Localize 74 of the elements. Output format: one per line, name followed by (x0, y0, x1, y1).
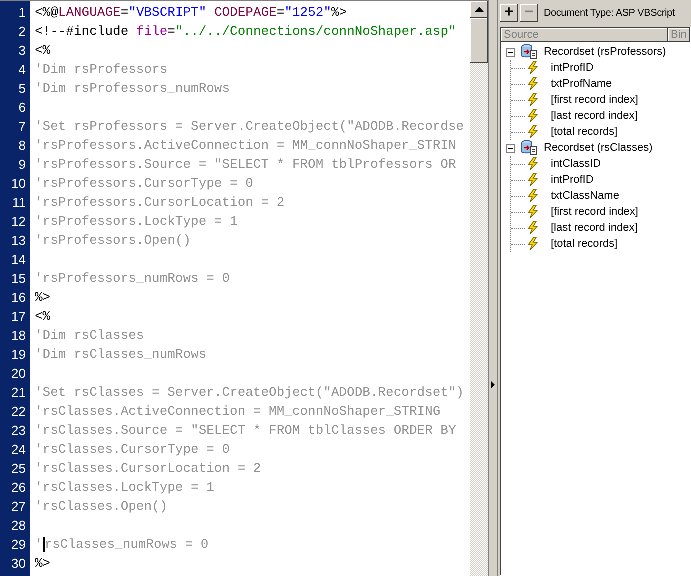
code-token: <% (35, 43, 51, 58)
code-token: 'rsClasses.Open() (35, 499, 168, 514)
field-item[interactable]: [total records] (551, 126, 618, 138)
up-arrow-icon[interactable] (474, 7, 484, 12)
code-token: <%@ (35, 5, 58, 20)
field-item[interactable]: intProfID (551, 62, 594, 74)
code-token: 'Set rsProfessors = Server.CreateObject("ADODB.Recordse (35, 119, 464, 134)
field-item[interactable]: [first record index] (551, 206, 638, 218)
document-type-label: Document Type: ASP VBScript (544, 8, 675, 18)
code-token: %> (35, 556, 51, 571)
lightning-icon (527, 237, 539, 251)
lightning-icon (527, 93, 539, 107)
code-token: <% (35, 309, 51, 324)
add-binding-button[interactable]: + (500, 4, 518, 22)
lightning-icon (527, 221, 539, 235)
code-token: = (276, 5, 285, 20)
code-token: 'Dim rsClasses (35, 328, 144, 343)
code-token: 'rsProfessors.LockType = 1 (35, 214, 238, 229)
database-icon (521, 140, 538, 156)
code-token: 'rsClasses.ActiveConnection = MM_connNoShaper_STRING (35, 404, 441, 419)
lightning-icon (527, 157, 539, 171)
vertical-scrollbar[interactable] (470, 1, 488, 576)
lightning-icon (527, 205, 539, 219)
code-token: CODEPAGE (214, 5, 277, 20)
code-token: LANGUAGE (58, 5, 121, 20)
expand-arrow-icon[interactable] (491, 381, 495, 389)
collapse-toggle[interactable] (506, 48, 515, 56)
code-token: 'rsProfessors.Source = "SELECT * FROM tblProfessors OR (35, 157, 456, 172)
field-item[interactable]: [first record index] (551, 94, 638, 106)
scroll-up-button[interactable] (470, 1, 488, 18)
field-item[interactable]: [last record index] (551, 222, 638, 234)
field-item[interactable]: intProfID (551, 174, 594, 186)
lightning-icon (527, 77, 539, 91)
code-token: "1252" (284, 5, 332, 20)
recordset-item[interactable]: Recordset (rsClasses) (544, 142, 653, 154)
code-token: 'Dim rsProfessors (35, 62, 168, 77)
code-token: 'rsProfessors.ActiveConnection = MM_connNoShaper_STRIN (35, 138, 456, 153)
code-token: 'Dim rsClasses_numRows (35, 347, 207, 362)
code-token: %> (35, 290, 51, 305)
code-token: 'rsClasses.Source = "SELECT * FROM tblClasses ORDER BY (35, 423, 456, 438)
code-token: "VBSCRIPT" (128, 5, 208, 20)
text-cursor (42, 537, 45, 552)
collapse-toggle[interactable] (506, 144, 515, 152)
field-item[interactable]: [total records] (551, 238, 618, 250)
code-token: = (120, 5, 129, 20)
scroll-thumb[interactable] (470, 18, 488, 63)
code-token: 'rsProfessors.CursorType = 0 (35, 176, 254, 191)
field-item[interactable]: txtProfName (551, 78, 612, 90)
code-token: 'Dim rsProfessors_numRows (35, 81, 230, 96)
lightning-icon (527, 189, 539, 203)
code-token: 'rsProfessors.CursorLocation = 2 (35, 195, 285, 210)
code-token: = (168, 24, 176, 39)
field-item[interactable]: [last record index] (551, 110, 638, 122)
code-token: 'rsProfessors.Open() (35, 233, 192, 248)
lightning-icon (527, 61, 539, 75)
lightning-icon (527, 109, 539, 123)
field-item[interactable]: intClassID (551, 158, 602, 170)
code-token: <!--#include (35, 24, 130, 39)
code-token: rsClasses_numRows = 0 (44, 537, 209, 552)
database-icon (521, 44, 538, 60)
code-token: ' (35, 537, 43, 552)
splitter-handle[interactable] (488, 0, 498, 576)
code-token: %> (332, 5, 348, 20)
lightning-icon (527, 125, 539, 139)
code-token: 'rsClasses.CursorType = 0 (35, 442, 230, 457)
code-token: 'rsClasses.LockType = 1 (35, 480, 214, 495)
recordset-item[interactable]: Recordset (rsProfessors) (544, 46, 666, 58)
code-token: file (136, 24, 168, 39)
lightning-icon (527, 173, 539, 187)
field-item[interactable]: txtClassName (551, 190, 620, 202)
code-token: 'rsProfessors_numRows = 0 (35, 271, 230, 286)
code-token: "../../Connections/connNoShaper.asp" (175, 24, 456, 39)
code-token: 'rsClasses.CursorLocation = 2 (35, 461, 262, 476)
code-token: 'Set rsClasses = Server.CreateObject("ADODB.Recordset") (35, 385, 464, 400)
